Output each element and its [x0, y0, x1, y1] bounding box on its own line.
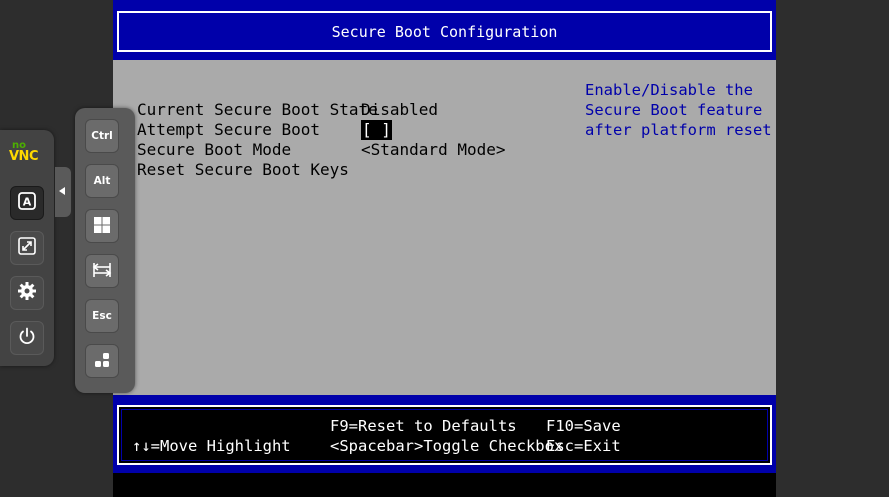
- power-icon: [17, 326, 37, 350]
- setting-value: Disabled: [361, 100, 439, 119]
- alt-key-label: Alt: [93, 175, 111, 187]
- page-title: Secure Boot Configuration: [331, 22, 558, 41]
- gear-icon: [17, 281, 37, 305]
- settings-button[interactable]: [10, 276, 44, 310]
- ctrl-key-label: Ctrl: [91, 130, 113, 142]
- secure-boot-mode-select[interactable]: <Standard Mode>: [361, 140, 506, 160]
- hint-f9: F9=Reset to Defaults: [330, 417, 517, 435]
- power-button[interactable]: [10, 321, 44, 355]
- bios-screen[interactable]: Secure Boot Configuration Current Secure…: [113, 0, 776, 497]
- setting-label: Secure Boot Mode: [137, 140, 292, 159]
- ctrl-key-button[interactable]: Ctrl: [85, 119, 119, 153]
- fullscreen-icon: [17, 236, 37, 260]
- setting-label[interactable]: Reset Secure Boot Keys: [137, 160, 349, 180]
- windows-icon: [93, 216, 111, 237]
- keyboard-button[interactable]: A: [10, 186, 44, 220]
- hint-toggle: <Spacebar>Toggle Checkbox: [330, 437, 564, 455]
- bios-footer-frame: F9=Reset to Defaults F10=Save ↑↓=Move Hi…: [117, 405, 772, 465]
- esc-key-label: Esc: [92, 310, 112, 322]
- extra-keys-panel: Ctrl Alt Esc: [75, 108, 135, 393]
- hint-esc: Esc=Exit: [546, 437, 621, 455]
- control-bar-handle[interactable]: [55, 167, 71, 217]
- bios-footer-inner: F9=Reset to Defaults F10=Save ↑↓=Move Hi…: [121, 409, 768, 461]
- logo-vnc-text: VNC: [9, 149, 38, 164]
- bios-header: Secure Boot Configuration: [113, 0, 776, 60]
- setting-row-secure-boot-mode[interactable]: Secure Boot Mode <Standard Mode>: [137, 140, 506, 160]
- setting-row-current-state: Current Secure Boot State Disabled: [137, 100, 438, 120]
- alt-key-button[interactable]: Alt: [85, 164, 119, 198]
- bios-settings-panel: Current Secure Boot State Disabled Attem…: [113, 60, 776, 395]
- attempt-secure-boot-checkbox[interactable]: [ ]: [361, 120, 392, 140]
- chevron-left-icon: [59, 187, 65, 195]
- hint-f10: F10=Save: [546, 417, 621, 435]
- windows-key-button[interactable]: [85, 209, 119, 243]
- bios-header-frame: Secure Boot Configuration: [117, 11, 772, 52]
- fullscreen-button[interactable]: [10, 231, 44, 265]
- keyboard-icon: A: [17, 191, 37, 215]
- ctrl-alt-del-icon: [93, 351, 111, 372]
- bios-footer: F9=Reset to Defaults F10=Save ↑↓=Move Hi…: [113, 395, 776, 473]
- novnc-control-bar: no VNC A: [0, 130, 54, 366]
- help-text: Enable/Disable the Secure Boot feature a…: [585, 81, 772, 139]
- svg-text:A: A: [23, 196, 32, 209]
- hint-move: ↑↓=Move Highlight: [132, 437, 291, 455]
- setting-row-attempt-secure-boot[interactable]: Attempt Secure Boot [ ]: [137, 120, 392, 140]
- setting-label: Current Secure Boot State: [137, 100, 378, 119]
- setting-label: Attempt Secure Boot: [137, 120, 321, 139]
- tab-key-button[interactable]: [85, 254, 119, 288]
- tab-icon: [92, 261, 112, 282]
- esc-key-button[interactable]: Esc: [85, 299, 119, 333]
- setting-row-reset-keys[interactable]: Reset Secure Boot Keys: [137, 160, 349, 180]
- novnc-logo: no VNC: [9, 140, 49, 168]
- ctrl-alt-del-button[interactable]: [85, 344, 119, 378]
